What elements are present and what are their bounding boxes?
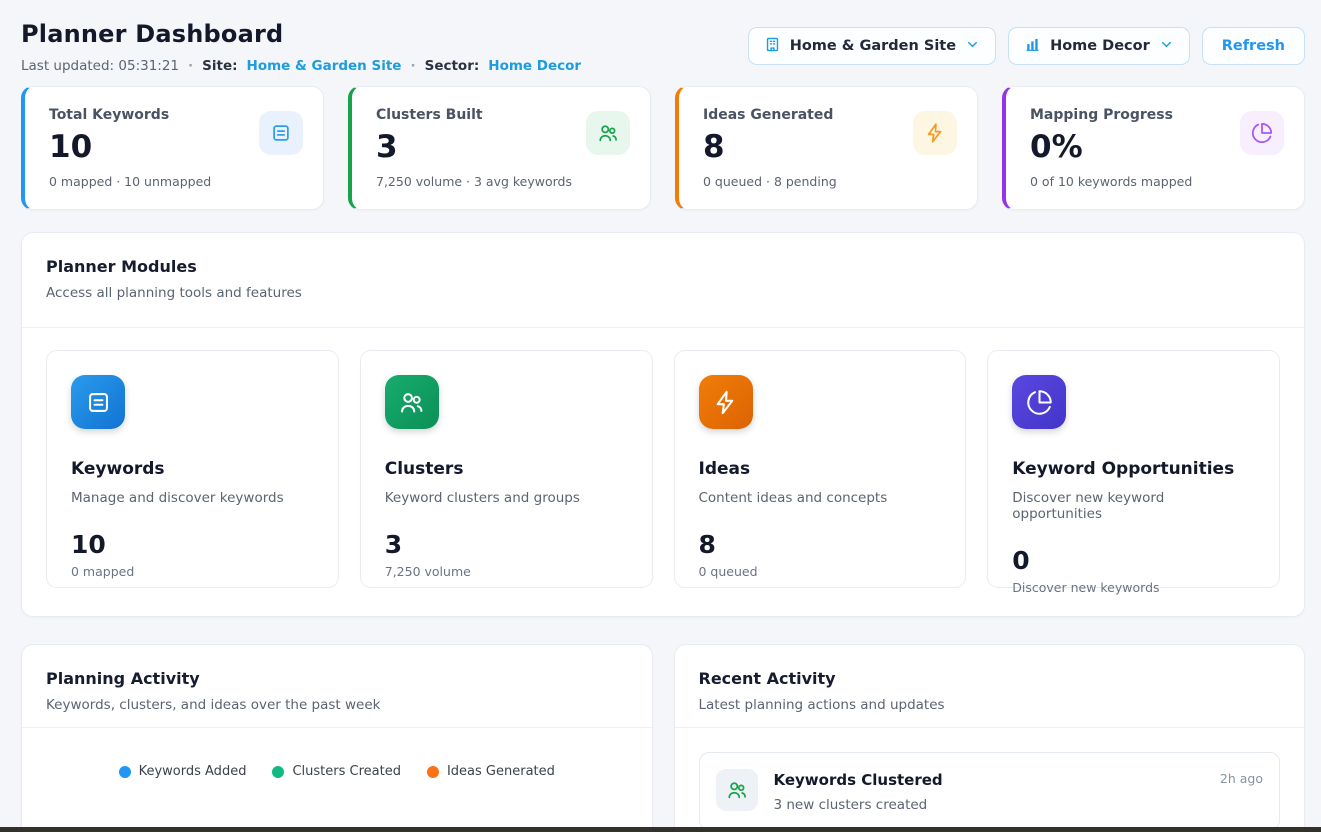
planner-modules-panel: Planner Modules Access all planning tool… (21, 232, 1305, 617)
module-title: Keyword Opportunities (1012, 459, 1255, 479)
page-meta: Last updated: 05:31:21 · Site: Home & Ga… (21, 58, 581, 74)
users-icon (586, 111, 630, 155)
legend-label: Clusters Created (292, 764, 401, 779)
module-card-keyword-opportunities[interactable]: Keyword Opportunities Discover new keywo… (987, 350, 1280, 588)
legend-dot-blue (119, 766, 131, 778)
recent-activity-subtitle: Latest planning actions and updates (699, 697, 1281, 713)
site-selector-label: Home & Garden Site (790, 38, 956, 54)
meta-separator: · (410, 58, 415, 74)
stat-value: 10 (49, 130, 211, 164)
module-value: 10 (71, 532, 314, 557)
module-value: 3 (385, 532, 628, 557)
recent-activity-panel: Recent Activity Latest planning actions … (674, 644, 1306, 832)
site-link[interactable]: Home & Garden Site (247, 58, 402, 74)
legend-item-ideas-generated[interactable]: Ideas Generated (427, 764, 555, 779)
module-description: Discover new keyword opportunities (1012, 490, 1255, 522)
pie-chart-icon (1240, 111, 1284, 155)
planner-dashboard-page: Planner Dashboard Last updated: 05:31:21… (0, 0, 1321, 832)
modules-section-title: Planner Modules (46, 257, 1280, 276)
legend-item-clusters-created[interactable]: Clusters Created (272, 764, 401, 779)
chart-subtitle: Keywords, clusters, and ideas over the p… (46, 697, 628, 713)
stat-subtext: 0 mapped · 10 unmapped (49, 174, 211, 189)
sector-selector-label: Home Decor (1050, 38, 1150, 54)
stat-label: Mapping Progress (1030, 107, 1192, 123)
module-subtext: Discover new keywords (1012, 580, 1255, 595)
file-lines-icon (71, 375, 125, 429)
activity-list: Keywords Clustered 3 new clusters create… (675, 728, 1305, 832)
stat-label: Ideas Generated (703, 107, 837, 123)
activity-description: 3 new clusters created (774, 797, 1204, 813)
module-value: 0 (1012, 548, 1255, 573)
modules-section-subtitle: Access all planning tools and features (46, 285, 1280, 301)
module-title: Keywords (71, 459, 314, 479)
chart-legend: Keywords Added Clusters Created Ideas Ge… (22, 764, 652, 779)
module-title: Clusters (385, 459, 628, 479)
header-left: Planner Dashboard Last updated: 05:31:21… (21, 20, 581, 74)
module-subtext: 7,250 volume (385, 564, 628, 579)
activity-item-keywords-clustered: Keywords Clustered 3 new clusters create… (699, 752, 1281, 830)
legend-label: Keywords Added (139, 764, 247, 779)
activity-chart: Keywords Added Clusters Created Ideas Ge… (22, 728, 652, 832)
module-value: 8 (699, 532, 942, 557)
legend-label: Ideas Generated (447, 764, 555, 779)
stat-subtext: 7,250 volume · 3 avg keywords (376, 174, 572, 189)
stat-subtext: 0 queued · 8 pending (703, 174, 837, 189)
site-selector-dropdown[interactable]: Home & Garden Site (748, 27, 996, 65)
stats-row: Total Keywords 10 0 mapped · 10 unmapped… (21, 86, 1305, 210)
module-description: Keyword clusters and groups (385, 490, 628, 506)
sector-link[interactable]: Home Decor (488, 58, 581, 74)
module-description: Content ideas and concepts (699, 490, 942, 506)
meta-separator: · (188, 58, 193, 74)
stat-card-ideas-generated: Ideas Generated 8 0 queued · 8 pending (675, 86, 978, 210)
viewport-bottom-edge (0, 827, 1321, 832)
module-card-clusters[interactable]: Clusters Keyword clusters and groups 3 7… (360, 350, 653, 588)
legend-dot-green (272, 766, 284, 778)
stat-label: Total Keywords (49, 107, 211, 123)
module-description: Manage and discover keywords (71, 490, 314, 506)
module-subtext: 0 queued (699, 564, 942, 579)
module-title: Ideas (699, 459, 942, 479)
modules-grid: Keywords Manage and discover keywords 10… (22, 328, 1304, 616)
activity-title: Keywords Clustered (774, 771, 1204, 789)
header-actions: Home & Garden Site Home Decor Refresh (748, 27, 1305, 65)
pie-chart-icon (1012, 375, 1066, 429)
sector-label: Sector: (425, 58, 480, 74)
stat-label: Clusters Built (376, 107, 572, 123)
chevron-down-icon (1159, 37, 1174, 56)
recent-activity-title: Recent Activity (699, 669, 1281, 688)
refresh-button[interactable]: Refresh (1202, 27, 1305, 65)
topbar: Planner Dashboard Last updated: 05:31:21… (21, 20, 1305, 74)
sector-selector-dropdown[interactable]: Home Decor (1008, 27, 1190, 65)
users-icon (385, 375, 439, 429)
stat-card-total-keywords: Total Keywords 10 0 mapped · 10 unmapped (21, 86, 324, 210)
module-card-keywords[interactable]: Keywords Manage and discover keywords 10… (46, 350, 339, 588)
stat-value: 0% (1030, 130, 1192, 164)
stat-value: 8 (703, 130, 837, 164)
legend-item-keywords-added[interactable]: Keywords Added (119, 764, 247, 779)
bolt-icon (699, 375, 753, 429)
chevron-down-icon (965, 37, 980, 56)
module-card-ideas[interactable]: Ideas Content ideas and concepts 8 0 que… (674, 350, 967, 588)
users-icon (716, 769, 758, 811)
chart-title: Planning Activity (46, 669, 628, 688)
building-icon (764, 36, 781, 57)
stat-subtext: 0 of 10 keywords mapped (1030, 174, 1192, 189)
bolt-icon (913, 111, 957, 155)
planning-activity-panel: Planning Activity Keywords, clusters, an… (21, 644, 653, 832)
module-subtext: 0 mapped (71, 564, 314, 579)
stat-card-clusters-built: Clusters Built 3 7,250 volume · 3 avg ke… (348, 86, 651, 210)
legend-dot-orange (427, 766, 439, 778)
stat-value: 3 (376, 130, 572, 164)
last-updated-text: Last updated: 05:31:21 (21, 58, 179, 74)
page-title: Planner Dashboard (21, 20, 581, 48)
activity-timestamp: 2h ago (1220, 771, 1263, 813)
stat-card-mapping-progress: Mapping Progress 0% 0 of 10 keywords map… (1002, 86, 1305, 210)
file-lines-icon (259, 111, 303, 155)
bar-chart-icon (1024, 36, 1041, 57)
bottom-row: Planning Activity Keywords, clusters, an… (21, 644, 1305, 832)
site-label: Site: (202, 58, 237, 74)
